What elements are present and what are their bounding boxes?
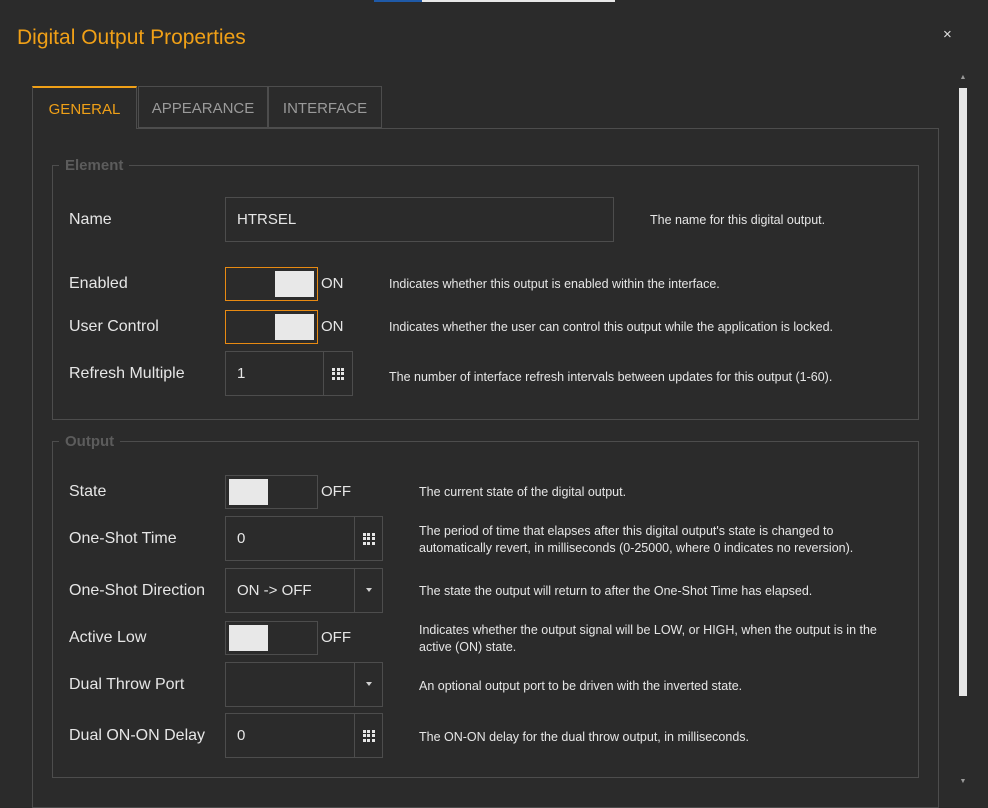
one-shot-time-description: The period of time that elapses after th…: [419, 524, 854, 555]
dual-throw-port-description: An optional output port to be driven wit…: [419, 679, 743, 693]
name-label: Name: [69, 211, 112, 228]
one-shot-time-label: One-Shot Time: [69, 530, 177, 547]
close-icon[interactable]: ×: [943, 26, 952, 43]
tab-appearance[interactable]: APPEARANCE: [138, 86, 268, 128]
toggle-knob: [229, 625, 268, 651]
state-description: The current state of the digital output.: [419, 485, 627, 499]
output-group-legend: Output: [65, 433, 115, 450]
one-shot-direction-label: One-Shot Direction: [69, 582, 206, 599]
active-low-toggle[interactable]: [225, 621, 318, 655]
keypad-icon: [332, 367, 344, 380]
user-control-label: User Control: [69, 318, 159, 335]
dual-throw-port-select[interactable]: [225, 662, 355, 707]
refresh-multiple-description: The number of interface refresh interval…: [389, 370, 833, 384]
enabled-description: Indicates whether this output is enabled…: [389, 277, 720, 291]
toggle-knob: [275, 314, 314, 340]
dual-throw-port-dropdown-button[interactable]: [355, 662, 383, 707]
scroll-down-arrow-icon[interactable]: ▼: [956, 776, 970, 788]
tab-general[interactable]: GENERAL: [32, 86, 137, 129]
tab-interface[interactable]: INTERFACE: [268, 86, 382, 128]
state-value: OFF: [321, 483, 351, 500]
active-low-label: Active Low: [69, 629, 147, 646]
scroll-thumb[interactable]: [959, 88, 967, 696]
vertical-scrollbar[interactable]: ▲ ▼: [956, 72, 970, 788]
dual-on-on-delay-keypad-button[interactable]: [355, 713, 383, 758]
element-group-legend: Element: [65, 157, 124, 174]
state-label: State: [69, 483, 107, 500]
enabled-label: Enabled: [69, 275, 128, 292]
one-shot-time-input[interactable]: 0: [225, 516, 355, 561]
refresh-multiple-label: Refresh Multiple: [69, 365, 185, 382]
name-description: The name for this digital output.: [650, 213, 826, 227]
dual-on-on-delay-input[interactable]: 0: [225, 713, 355, 758]
scroll-up-arrow-icon[interactable]: ▲: [956, 72, 970, 84]
refresh-multiple-input[interactable]: 1: [225, 351, 324, 396]
toggle-knob: [229, 479, 268, 505]
active-low-description: Indicates whether the output signal will…: [419, 623, 877, 654]
window-top-indicator-accent: [374, 0, 422, 2]
chevron-down-icon: [365, 681, 372, 686]
state-toggle[interactable]: [225, 475, 318, 509]
keypad-icon: [362, 532, 375, 545]
dialog-title: Digital Output Properties: [17, 26, 246, 49]
window-top-indicator: [374, 0, 615, 2]
toggle-knob: [275, 271, 314, 297]
one-shot-time-keypad-button[interactable]: [355, 516, 383, 561]
enabled-toggle[interactable]: [225, 267, 318, 301]
name-input[interactable]: HTRSEL: [225, 197, 614, 242]
active-low-state: OFF: [321, 629, 351, 646]
dual-on-on-delay-label: Dual ON-ON Delay: [69, 727, 206, 744]
one-shot-direction-dropdown-button[interactable]: [355, 568, 383, 613]
user-control-state: ON: [321, 318, 344, 335]
enabled-state: ON: [321, 275, 344, 292]
keypad-icon: [362, 729, 375, 742]
one-shot-direction-select[interactable]: ON -> OFF: [225, 568, 355, 613]
chevron-down-icon: [365, 587, 372, 592]
user-control-toggle[interactable]: [225, 310, 318, 344]
one-shot-direction-description: The state the output will return to afte…: [419, 584, 813, 598]
refresh-multiple-keypad-button[interactable]: [324, 351, 353, 396]
dual-throw-port-label: Dual Throw Port: [69, 676, 185, 693]
user-control-description: Indicates whether the user can control t…: [389, 320, 834, 334]
dual-on-on-delay-description: The ON-ON delay for the dual throw outpu…: [419, 730, 750, 744]
